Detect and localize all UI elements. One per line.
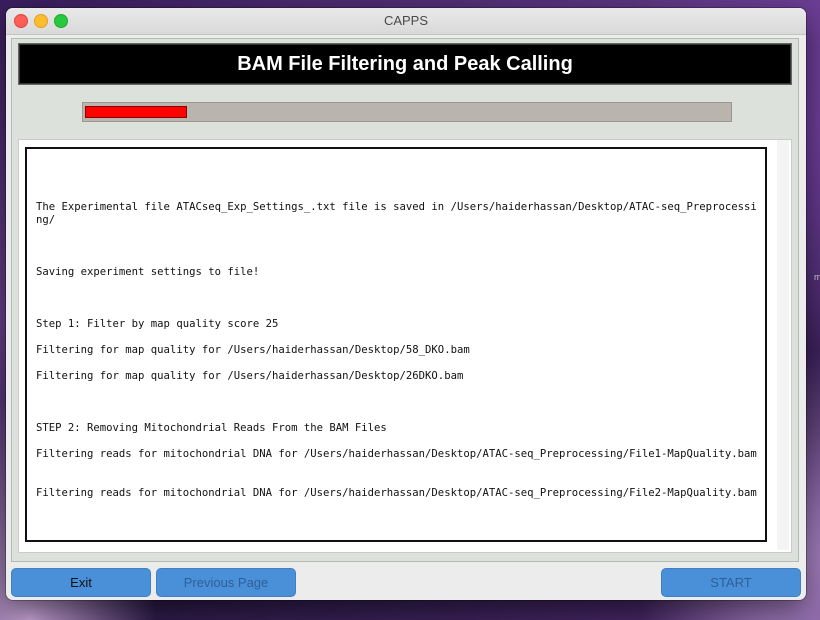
progress-bar-fill <box>85 106 187 118</box>
log-line: Step 1: Filter by map quality score 25 <box>36 318 279 330</box>
previous-page-button[interactable]: Previous Page <box>156 568 296 597</box>
log-line: Filtering reads for mitochondrial DNA fo… <box>36 487 757 499</box>
log-line: The Experimental file ATACseq_Exp_Settin… <box>36 201 757 226</box>
log-line: Filtering for map quality for /Users/hai… <box>36 370 464 382</box>
main-panel: BAM File Filtering and Peak Calling The … <box>11 38 799 562</box>
page-title: BAM File Filtering and Peak Calling <box>18 43 792 85</box>
log-line: Filtering for map quality for /Users/hai… <box>36 344 470 356</box>
desktop-edge-glyph: m <box>814 272 820 282</box>
log-output: The Experimental file ATACseq_Exp_Settin… <box>25 147 767 542</box>
start-button[interactable]: START <box>661 568 801 597</box>
app-window: CAPPS BAM File Filtering and Peak Callin… <box>6 8 806 600</box>
log-line: Saving experiment settings to file! <box>36 266 260 278</box>
log-line: Filtering reads for mitochondrial DNA fo… <box>36 448 757 460</box>
exit-button[interactable]: Exit <box>11 568 151 597</box>
log-line: STEP 2: Removing Mitochondrial Reads Fro… <box>36 422 387 434</box>
progress-bar <box>82 102 732 122</box>
window-title: CAPPS <box>383 13 429 28</box>
log-scroll-area[interactable]: The Experimental file ATACseq_Exp_Settin… <box>18 139 792 553</box>
title-bar[interactable]: CAPPS <box>6 8 806 35</box>
log-scrollbar[interactable] <box>777 140 789 550</box>
